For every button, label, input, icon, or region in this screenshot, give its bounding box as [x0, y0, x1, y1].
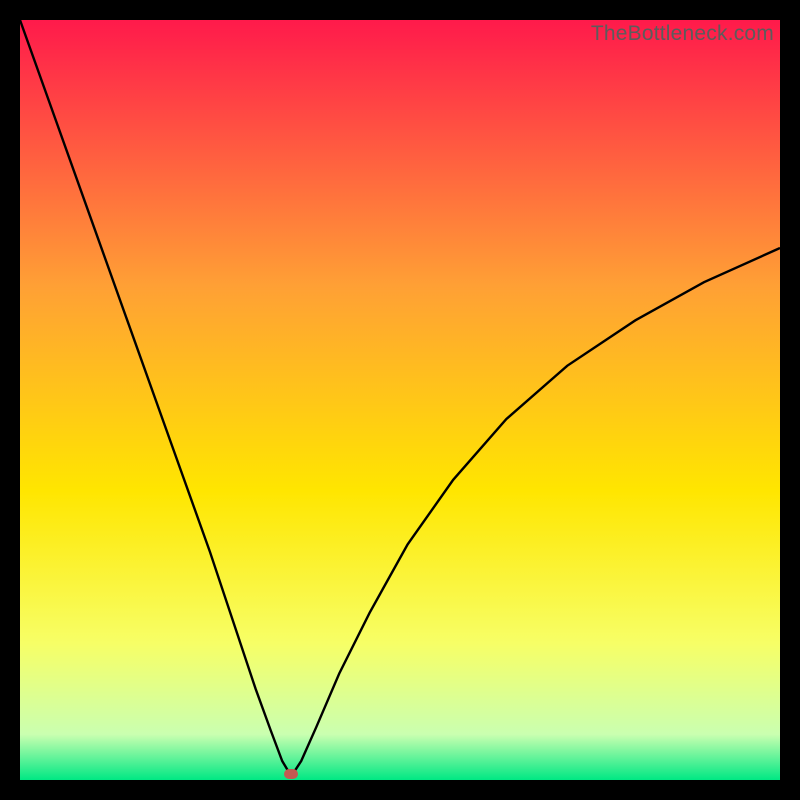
outer-frame: TheBottleneck.com — [0, 0, 800, 800]
curve-path — [20, 20, 780, 776]
plot-area: TheBottleneck.com — [20, 20, 780, 780]
optimal-marker — [284, 769, 298, 779]
bottleneck-curve — [20, 20, 780, 780]
